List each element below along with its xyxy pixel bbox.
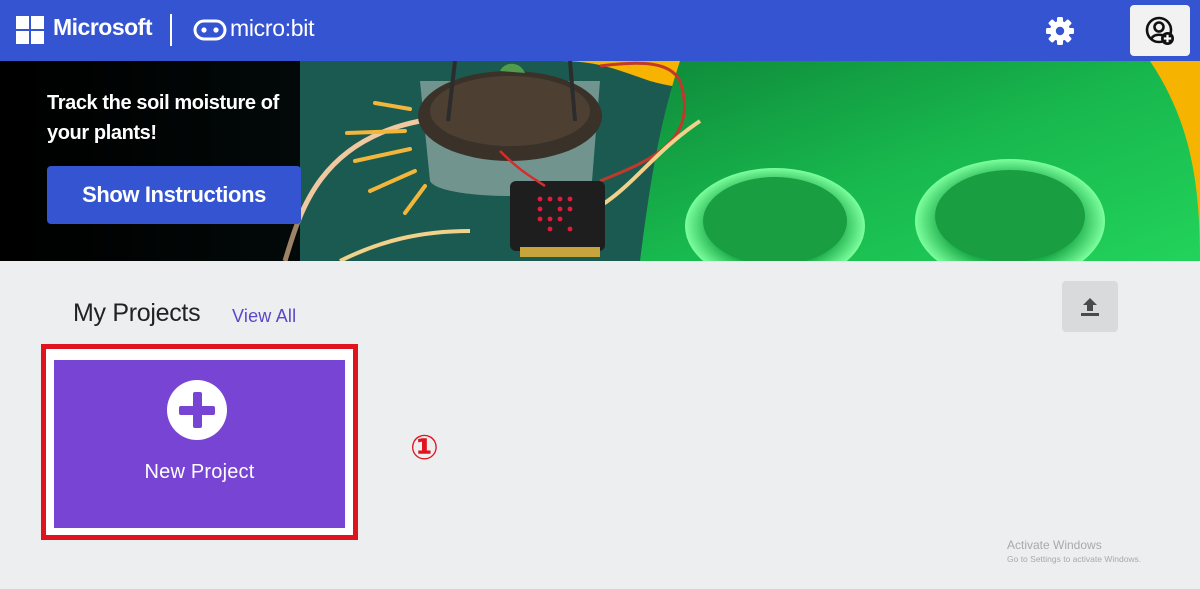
top-navigation-bar: Microsoft micro:bit (0, 0, 1200, 61)
activate-windows-watermark: Activate Windows Go to Settings to activ… (1007, 538, 1141, 564)
view-all-link[interactable]: View All (232, 306, 296, 327)
gear-icon (1046, 17, 1074, 45)
microbit-brand-text[interactable]: micro:bit (230, 15, 315, 42)
hero-title: Track the soil moisture of your plants! (47, 92, 279, 144)
upload-icon (1081, 297, 1099, 316)
new-project-card[interactable]: New Project (54, 360, 345, 528)
sign-in-button[interactable] (1130, 5, 1190, 56)
header-divider (170, 14, 172, 46)
microbit-logo-icon[interactable] (193, 19, 227, 41)
new-project-label: New Project (144, 461, 255, 483)
watermark-title: Activate Windows (1007, 538, 1102, 552)
plus-circle-icon (167, 380, 227, 440)
microsoft-brand-text[interactable]: Microsoft (53, 14, 153, 41)
hero-banner: Track the soil moisture of your plants! … (0, 61, 1200, 261)
watermark-subtitle: Go to Settings to activate Windows. (1007, 554, 1142, 564)
microsoft-logo-icon[interactable] (16, 16, 45, 45)
my-projects-heading: My Projects (73, 299, 201, 327)
user-add-icon (1145, 16, 1174, 45)
import-button[interactable] (1062, 281, 1118, 332)
show-instructions-button[interactable]: Show Instructions (47, 166, 301, 224)
settings-button[interactable] (1040, 11, 1080, 51)
step-number-marker: ① (410, 429, 439, 467)
